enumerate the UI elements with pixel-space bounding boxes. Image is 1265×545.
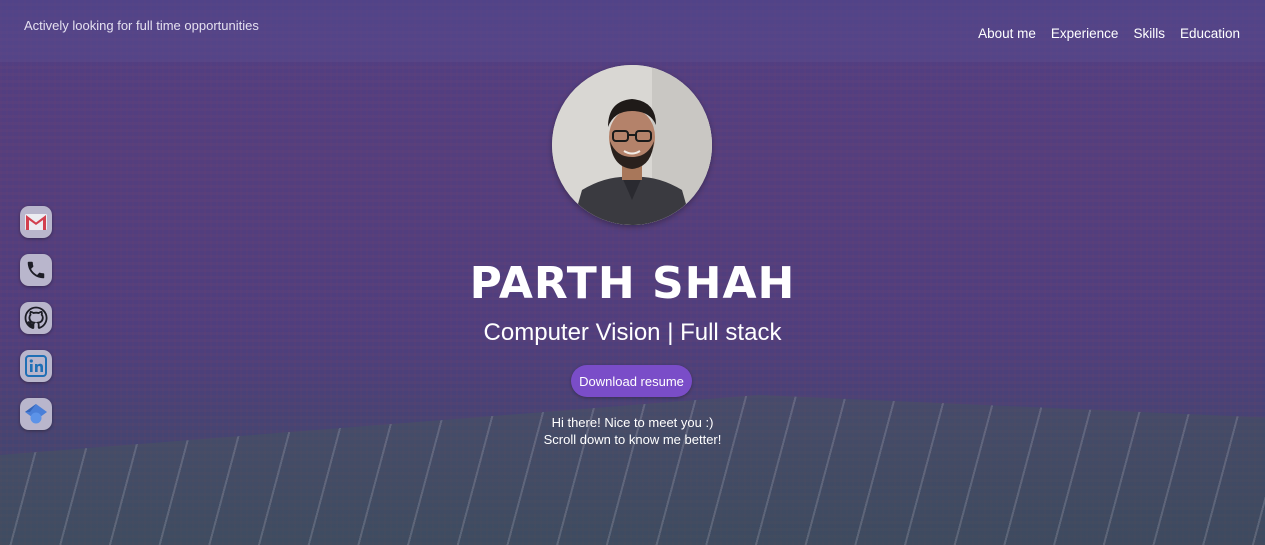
nav-experience[interactable]: Experience — [1051, 26, 1119, 41]
gmail-icon — [25, 214, 47, 230]
profile-name: PARTH SHAH — [469, 258, 796, 309]
greeting-line-2: Scroll down to know me better! — [543, 432, 722, 447]
download-resume-button[interactable]: Download resume — [571, 365, 692, 397]
header-tagline: Actively looking for full time opportuni… — [24, 18, 259, 33]
profile-subtitle: Computer Vision | Full stack — [483, 319, 782, 346]
profile-photo — [552, 65, 712, 225]
greeting-line-1: Hi there! Nice to meet you :) — [551, 415, 714, 430]
greeting-text: Hi there! Nice to meet you :) Scroll dow… — [0, 414, 1265, 448]
linkedin-button[interactable] — [20, 350, 52, 382]
nav-skills[interactable]: Skills — [1133, 26, 1165, 41]
social-links — [20, 206, 52, 430]
nav-education[interactable]: Education — [1180, 26, 1240, 41]
gmail-button[interactable] — [20, 206, 52, 238]
linkedin-icon — [25, 355, 47, 377]
profile-photo-image — [552, 65, 712, 225]
nav-about-me[interactable]: About me — [978, 26, 1036, 41]
top-nav: About me Experience Skills Education — [978, 26, 1240, 41]
